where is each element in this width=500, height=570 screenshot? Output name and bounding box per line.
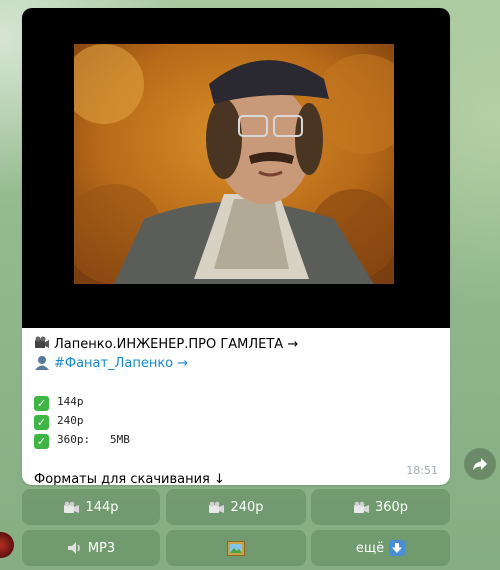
format-line: ✓ 360p: 5MB xyxy=(34,430,439,449)
video-preview[interactable] xyxy=(22,8,450,328)
button-label: 240p xyxy=(230,499,264,515)
thumbnail-button[interactable] xyxy=(166,530,306,566)
check-mark-icon: ✓ xyxy=(34,415,49,430)
movie-camera-icon xyxy=(64,501,80,513)
download-360p-button[interactable]: 360p xyxy=(311,489,450,525)
message-caption: Лапенко.ИНЖЕНЕР.ПРО ГАМЛЕТА → #Фанат_Лап… xyxy=(34,335,439,485)
speaker-icon xyxy=(67,542,80,554)
message-time: 18:51 xyxy=(406,464,438,477)
title-link[interactable]: Лапенко.ИНЖЕНЕР.ПРО ГАМЛЕТА → xyxy=(54,337,298,352)
movie-camera-icon xyxy=(209,501,225,513)
message-bubble: Лапенко.ИНЖЕНЕР.ПРО ГАМЛЕТА → #Фанат_Лап… xyxy=(22,8,450,485)
avatar[interactable] xyxy=(0,532,14,558)
download-144p-button[interactable]: 144p xyxy=(22,489,160,525)
more-button[interactable]: ещё xyxy=(311,530,450,566)
format-line: ✓ 144p xyxy=(34,392,439,411)
movie-camera-icon xyxy=(353,501,369,513)
share-arrow-icon xyxy=(473,458,487,470)
format-label: 240p xyxy=(57,414,84,427)
format-label: 360p: 5MB xyxy=(57,433,130,446)
download-240p-button[interactable]: 240p xyxy=(166,489,306,525)
share-button[interactable] xyxy=(464,448,496,480)
user-silhouette-icon xyxy=(35,356,49,370)
footer-text: Форматы для скачивания ↓ xyxy=(34,472,225,485)
button-label: 360p xyxy=(374,499,409,515)
movie-camera-icon xyxy=(35,336,49,348)
format-label: 144p xyxy=(57,395,84,408)
title-line: Лапенко.ИНЖЕНЕР.ПРО ГАМЛЕТА → xyxy=(34,335,439,354)
download-mp3-button[interactable]: MP3 xyxy=(22,530,160,566)
video-thumbnail xyxy=(74,44,394,284)
button-label: 144p xyxy=(85,499,119,515)
check-mark-icon: ✓ xyxy=(34,434,49,449)
format-line: ✓ 240p xyxy=(34,411,439,430)
hashtag-link[interactable]: #Фанат_Лапенко → xyxy=(54,356,188,371)
framed-picture-icon xyxy=(227,540,245,556)
down-arrow-icon xyxy=(389,540,406,556)
tag-line: #Фанат_Лапенко → xyxy=(34,354,439,373)
check-mark-icon: ✓ xyxy=(34,396,49,411)
button-label: ещё xyxy=(355,540,385,556)
button-label: MP3 xyxy=(87,540,116,556)
